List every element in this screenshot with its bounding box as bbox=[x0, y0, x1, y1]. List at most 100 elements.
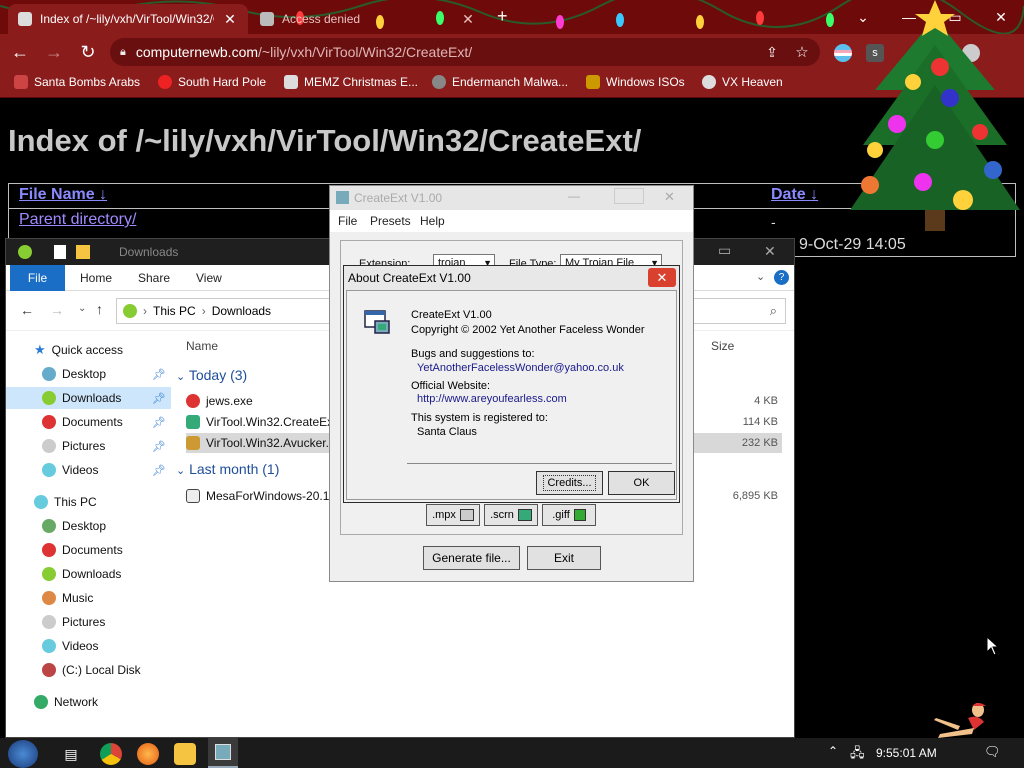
chevron-down-icon[interactable]: ⌄ bbox=[756, 270, 765, 283]
app-file-icon bbox=[186, 415, 200, 429]
task-view-icon[interactable]: ▤ bbox=[60, 743, 82, 765]
ribbon-tab-file[interactable]: File bbox=[10, 265, 65, 291]
nav-pc-downloads[interactable]: Downloads bbox=[6, 563, 171, 585]
preset-mpx-button[interactable]: .mpx bbox=[426, 504, 480, 526]
forward-arrow-icon[interactable]: → bbox=[50, 302, 64, 318]
start-button-icon[interactable] bbox=[8, 740, 38, 768]
address-bar[interactable]: 🔒︎ computernewb.com/~lily/vxh/VirTool/Wi… bbox=[110, 38, 820, 66]
preset-scrn-button[interactable]: .scrn bbox=[484, 504, 538, 526]
back-arrow-icon[interactable]: ← bbox=[8, 40, 32, 64]
clock[interactable]: 9:55:01 AM bbox=[876, 746, 937, 760]
tab-close-icon[interactable]: ✕ bbox=[222, 11, 238, 28]
nav-pc-documents[interactable]: Documents bbox=[6, 539, 171, 561]
file-explorer-icon[interactable] bbox=[174, 743, 196, 765]
nav-pc-videos[interactable]: Videos bbox=[6, 635, 171, 657]
disk-icon bbox=[42, 663, 56, 677]
bookmark-star-icon[interactable]: ☆ bbox=[790, 40, 814, 64]
about-dialog: About CreateExt V1.00 ✕ CreateExt V1.00 … bbox=[343, 265, 680, 503]
explorer-title: Downloads bbox=[119, 245, 179, 259]
breadcrumb-this-pc[interactable]: This PC bbox=[153, 304, 196, 318]
up-arrow-icon[interactable]: ↑ bbox=[96, 301, 103, 317]
about-title-bar[interactable]: About CreateExt V1.00 ✕ bbox=[344, 266, 679, 290]
nav-quick-access[interactable]: ★ Quick access bbox=[6, 339, 171, 361]
preset-giff-button[interactable]: .giff bbox=[542, 504, 596, 526]
menu-presets[interactable]: Presets bbox=[370, 214, 411, 228]
createext-taskbar-button[interactable] bbox=[208, 738, 238, 768]
tab-close-icon[interactable]: ✕ bbox=[460, 11, 476, 28]
sort-arrow-icon: ↓ bbox=[810, 186, 819, 203]
tab-inactive[interactable]: Access denied ✕ bbox=[250, 4, 486, 34]
close-icon[interactable]: ✕ bbox=[664, 189, 675, 205]
network-tray-icon[interactable]: 🖧︎ bbox=[850, 744, 865, 766]
breadcrumb-separator: › bbox=[201, 304, 206, 318]
about-close-button[interactable]: ✕ bbox=[648, 268, 676, 287]
credits-button[interactable]: Credits... bbox=[536, 471, 603, 495]
exit-button[interactable]: Exit bbox=[527, 546, 601, 570]
properties-icon[interactable] bbox=[54, 245, 66, 259]
nav-pc-desktop[interactable]: Desktop bbox=[6, 515, 171, 537]
breadcrumb-downloads[interactable]: Downloads bbox=[212, 304, 271, 318]
column-header-name[interactable]: Name bbox=[186, 339, 218, 353]
chrome-icon[interactable] bbox=[100, 743, 122, 765]
search-icon[interactable]: ⌕ bbox=[770, 303, 777, 319]
nav-desktop[interactable]: Desktop 📌︎ bbox=[6, 363, 171, 385]
bookmark-item[interactable]: VX Heaven bbox=[702, 75, 783, 89]
bookmark-icon bbox=[14, 75, 28, 89]
ok-button[interactable]: OK bbox=[608, 471, 675, 495]
close-icon[interactable]: ✕ bbox=[764, 243, 776, 260]
back-arrow-icon[interactable]: ← bbox=[20, 302, 34, 318]
nav-pc-pictures[interactable]: Pictures bbox=[6, 611, 171, 633]
reload-icon[interactable]: ↻ bbox=[76, 40, 100, 64]
group-header-last-month[interactable]: ⌄ Last month (1) bbox=[176, 461, 279, 477]
notification-icon[interactable]: 🗨︎ bbox=[984, 744, 1001, 760]
paint-icon bbox=[573, 509, 586, 521]
ribbon-tab-view[interactable]: View bbox=[196, 265, 222, 291]
menu-file[interactable]: File bbox=[338, 214, 357, 228]
forward-arrow-icon[interactable]: → bbox=[42, 40, 66, 64]
generate-file-button[interactable]: Generate file... bbox=[423, 546, 520, 570]
nav-pc-music[interactable]: Music bbox=[6, 587, 171, 609]
maximize-icon[interactable] bbox=[614, 188, 644, 204]
share-icon[interactable]: ⇪ bbox=[760, 40, 784, 64]
file-name-header-link[interactable]: File Name ↓ bbox=[19, 186, 107, 204]
minimize-icon[interactable]: — bbox=[568, 189, 580, 203]
date-header-link[interactable]: Date ↓ bbox=[771, 186, 818, 204]
bookmark-item[interactable]: South Hard Pole bbox=[158, 75, 266, 89]
firefox-icon[interactable] bbox=[137, 743, 159, 765]
createext-app-icon bbox=[364, 310, 390, 334]
tab-active[interactable]: Index of /~lily/vxh/VirTool/Win32/Create… bbox=[8, 4, 248, 34]
lock-icon: 🔒︎ bbox=[120, 45, 126, 58]
folder-icon[interactable] bbox=[76, 245, 90, 259]
group-header-today[interactable]: ⌄ Today (3) bbox=[176, 367, 247, 383]
about-website-link[interactable]: http://www.areyoufearless.com bbox=[417, 393, 567, 405]
new-tab-icon[interactable]: + bbox=[497, 6, 508, 27]
about-title: About CreateExt V1.00 bbox=[348, 271, 471, 285]
bookmark-item[interactable]: Endermanch Malwa... bbox=[432, 75, 568, 89]
menu-help[interactable]: Help bbox=[420, 214, 445, 228]
nav-documents[interactable]: Documents 📌︎ bbox=[6, 411, 171, 433]
monitor-icon bbox=[517, 509, 532, 521]
bookmark-item[interactable]: MEMZ Christmas E... bbox=[284, 75, 418, 89]
about-email-link[interactable]: YetAnotherFacelessWonder@yahoo.co.uk bbox=[417, 362, 624, 374]
help-icon[interactable]: ? bbox=[774, 270, 789, 285]
nav-pictures[interactable]: Pictures 📌︎ bbox=[6, 435, 171, 457]
bookmark-icon bbox=[586, 75, 600, 89]
nav-local-disk[interactable]: (C:) Local Disk bbox=[6, 659, 171, 681]
bookmark-item[interactable]: Windows ISOs bbox=[586, 75, 685, 89]
maximize-icon[interactable]: ▭ bbox=[718, 242, 731, 259]
ribbon-tab-share[interactable]: Share bbox=[138, 265, 170, 291]
tray-chevron-icon[interactable]: ⌃ bbox=[828, 744, 838, 758]
parent-directory-link[interactable]: Parent directory/ bbox=[19, 211, 136, 229]
tab-title: Index of /~lily/vxh/VirTool/Win32/Create… bbox=[40, 12, 214, 26]
ribbon-tab-home[interactable]: Home bbox=[80, 265, 112, 291]
nav-videos[interactable]: Videos 📌︎ bbox=[6, 459, 171, 481]
christmas-tree-icon bbox=[850, 0, 1020, 231]
recent-chevron-icon[interactable]: ⌄ bbox=[78, 303, 86, 314]
column-header-size[interactable]: Size bbox=[711, 339, 734, 353]
nav-this-pc[interactable]: This PC bbox=[6, 491, 171, 513]
nav-downloads[interactable]: Downloads 📌︎ bbox=[6, 387, 171, 409]
createext-title-bar[interactable]: CreateExt V1.00 — ✕ bbox=[330, 186, 693, 210]
bookmark-item[interactable]: Santa Bombs Arabs bbox=[14, 75, 140, 89]
desktop-icon bbox=[42, 367, 56, 381]
nav-network[interactable]: Network bbox=[6, 691, 171, 713]
